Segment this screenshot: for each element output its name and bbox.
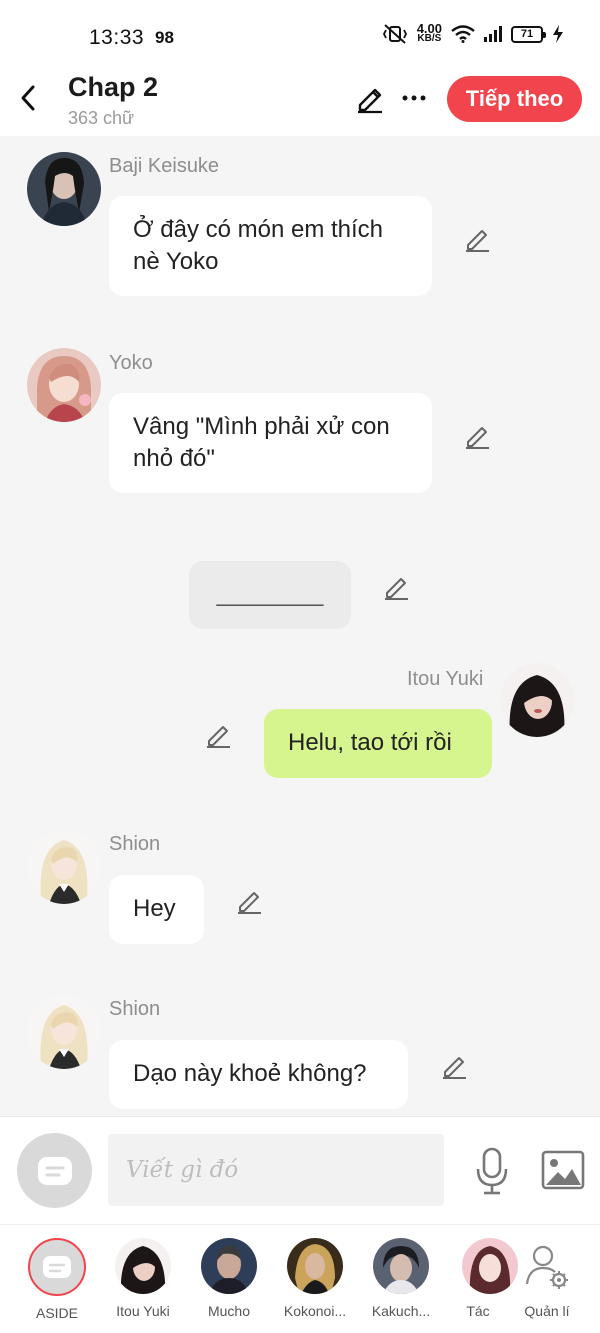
chapter-title: Chap 2 [68,72,159,102]
character-bar: ASIDE Itou Yuki Mucho Kokonoi... Kakuch.… [0,1224,600,1333]
more-horizontal-icon [402,95,426,101]
scene-divider[interactable]: ________ [189,561,351,629]
edit-message-icon[interactable] [439,1051,469,1081]
net-speed: 4.00 KB/S [416,21,442,44]
message-bubble[interactable]: Ở đây có món em thích nè Yoko [109,196,432,296]
charging-icon [553,25,563,43]
edit-message-icon[interactable] [234,886,264,916]
user-settings-icon [519,1238,575,1294]
character-aside[interactable]: ASIDE [12,1238,102,1321]
message-bubble[interactable]: Helu, tao tới rồi [264,709,492,778]
message-bubble[interactable]: Hey [109,875,204,944]
aside-toggle-button[interactable] [17,1133,92,1208]
edit-message-icon[interactable] [203,720,233,750]
message-composer [0,1116,600,1224]
message-square-icon [37,1156,72,1185]
character-name: ASIDE [35,1305,78,1321]
word-count: 363 chữ [68,108,135,128]
status-bar: 13:33 98 4.00 KB/S 71 [0,0,600,72]
notification-count: 98 [155,28,174,47]
chapter-header: Chap 2 363 chữ Tiếp theo [0,72,600,136]
avatar-shion[interactable] [27,995,101,1069]
character-itou-yuki[interactable]: Itou Yuki [98,1238,188,1319]
image-icon[interactable] [541,1150,585,1190]
battery-icon: 71 [511,25,546,43]
character-name: Itou Yuki [116,1303,170,1319]
character-mucho[interactable]: Mucho [184,1238,274,1319]
manage-characters-button[interactable]: Quản lí [502,1238,592,1319]
pencil-icon [358,88,382,114]
character-name: Kokonoi... [283,1303,347,1319]
edit-message-icon[interactable] [381,572,411,602]
avatar [287,1238,343,1294]
avatar [201,1238,257,1294]
status-icons: 4.00 KB/S 71 [382,21,564,44]
message-bubble[interactable]: Dạo này khoẻ không? [109,1040,408,1109]
sender-name: Shion [109,833,161,855]
avatar [115,1238,171,1294]
sender-name: Itou Yuki [407,668,484,690]
vibrate-off-icon [382,24,407,44]
chevron-left-icon [21,85,35,111]
status-time: 13:33 [89,26,145,49]
character-kokonoi[interactable]: Kokonoi... [270,1238,360,1319]
avatar-baji-keisuke[interactable] [27,152,101,226]
edit-message-icon[interactable] [462,421,492,451]
sender-name: Baji Keisuke [109,155,220,177]
chat-area[interactable]: Baji Keisuke Ở đây có món em thích nè Yo… [0,136,600,1116]
signal-icon [484,26,502,42]
wifi-icon [451,25,475,43]
message-bubble[interactable]: Vâng "Mình phải xử con nhỏ đó" [109,393,432,493]
message-input[interactable] [108,1134,444,1206]
sender-name: Shion [109,998,161,1020]
character-name: Quản lí [524,1303,570,1319]
sender-name: Yoko [109,352,153,374]
aside-icon [28,1238,86,1296]
avatar-yoko[interactable] [27,348,101,422]
avatar [373,1238,429,1294]
avatar-shion[interactable] [27,830,101,904]
next-chapter-button[interactable]: Tiếp theo [447,76,582,122]
edit-message-icon[interactable] [462,224,492,254]
microphone-icon[interactable] [472,1147,512,1195]
edit-chapter-button[interactable] [354,82,386,114]
character-name: Mucho [207,1303,251,1319]
avatar-itou-yuki[interactable] [500,663,574,737]
back-button[interactable] [12,82,44,114]
more-options-button[interactable] [398,82,430,114]
